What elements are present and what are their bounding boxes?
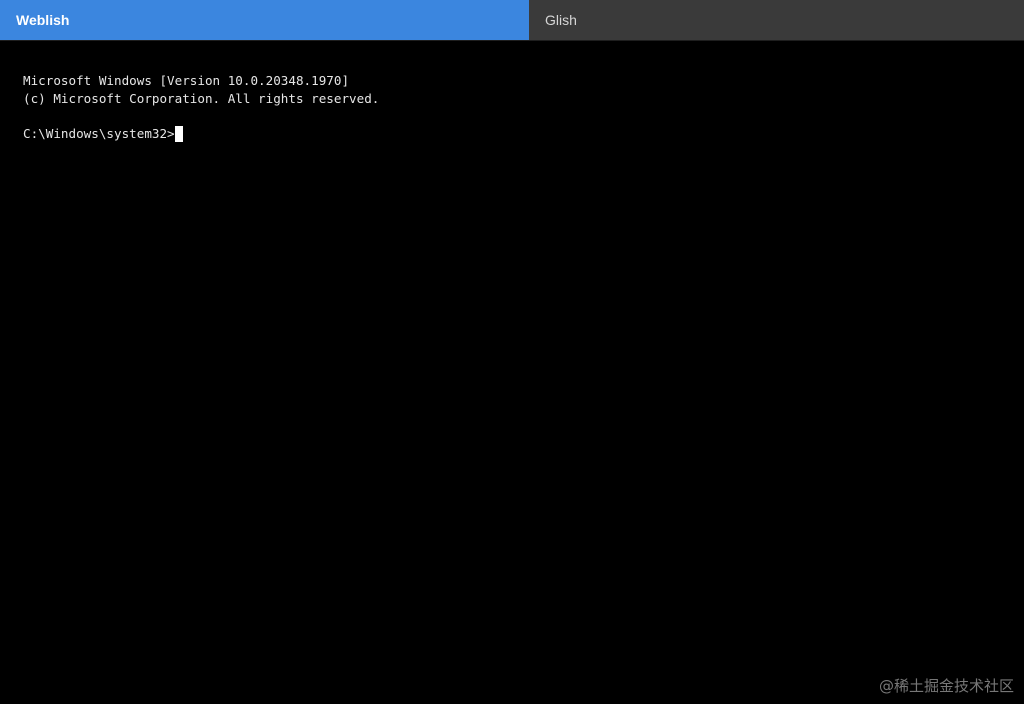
tab-weblish[interactable]: Weblish bbox=[0, 0, 529, 40]
terminal-prompt-line[interactable]: C:\Windows\system32> bbox=[23, 125, 1024, 143]
terminal-line-copyright: (c) Microsoft Corporation. All rights re… bbox=[23, 91, 380, 106]
terminal-line-version: Microsoft Windows [Version 10.0.20348.19… bbox=[23, 73, 350, 88]
text-cursor bbox=[174, 126, 183, 142]
terminal-prompt: C:\Windows\system32> bbox=[23, 126, 175, 141]
watermark: @稀土掘金技术社区 bbox=[878, 677, 1014, 695]
tab-bar: Weblish Glish bbox=[0, 0, 1024, 41]
terminal-area[interactable]: Microsoft Windows [Version 10.0.20348.19… bbox=[0, 41, 1024, 704]
tab-glish-label: Glish bbox=[545, 12, 577, 28]
tab-weblish-label: Weblish bbox=[16, 12, 70, 28]
tab-glish[interactable]: Glish bbox=[529, 0, 1024, 40]
console-window: Weblish Glish Microsoft Windows [Version… bbox=[0, 0, 1024, 704]
